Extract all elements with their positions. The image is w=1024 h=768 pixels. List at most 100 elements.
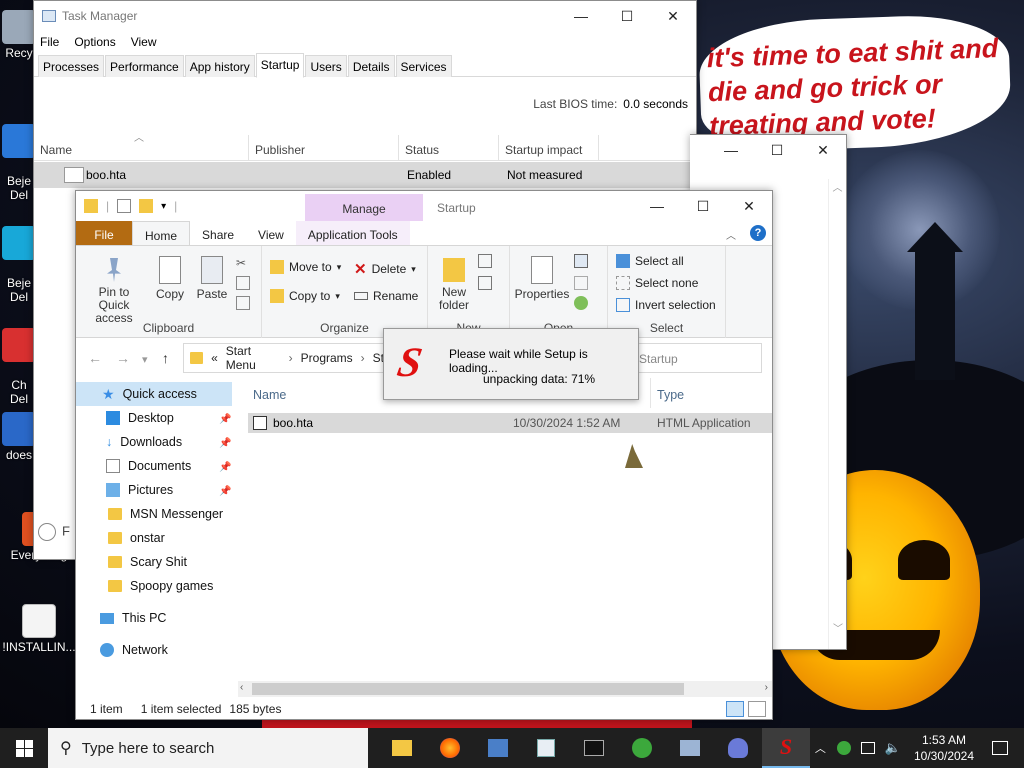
maximize-button[interactable]: ☐ — [680, 191, 726, 221]
move-to-button[interactable]: Move to ▾ — [270, 260, 341, 274]
maximize-button[interactable]: ☐ — [604, 1, 650, 31]
new-folder-icon[interactable] — [139, 199, 154, 213]
column-name[interactable]: Name — [34, 135, 249, 160]
taskbar-file-explorer[interactable] — [378, 728, 426, 768]
nav-onstar[interactable]: onstar — [108, 526, 165, 550]
up-arrow-icon[interactable]: ↑ — [162, 350, 169, 366]
nav-documents[interactable]: Documents — [106, 454, 191, 478]
menu-file[interactable]: File — [40, 35, 59, 49]
show-hidden-icons[interactable]: ︿ — [809, 740, 832, 756]
search-input[interactable]: Startup — [630, 343, 762, 373]
scrollbar[interactable]: ︿ ﹀ — [828, 179, 846, 649]
edit-icon[interactable] — [574, 276, 588, 290]
scroll-up-icon[interactable]: ︿ — [829, 179, 846, 194]
tab-app-history[interactable]: App history — [184, 55, 255, 77]
help-icon[interactable]: ? — [750, 225, 766, 241]
tab-share[interactable]: Share — [190, 221, 246, 245]
notifications-icon[interactable] — [992, 741, 1008, 755]
file-row[interactable]: boo.hta 10/30/2024 1:52 AM HTML Applicat… — [248, 413, 772, 433]
customize-arrow-icon[interactable]: ▾ — [161, 201, 166, 212]
minimize-button[interactable]: — — [708, 135, 754, 165]
tab-processes[interactable]: Processes — [38, 55, 105, 77]
table-row[interactable]: boo.hta Enabled Not measured — [34, 162, 696, 188]
maximize-button[interactable]: ☐ — [754, 135, 800, 165]
open-icon[interactable] — [574, 254, 588, 268]
new-item-icon[interactable] — [478, 254, 492, 268]
file-explorer-window[interactable]: | ▾ | Manage Startup — ☐ ✕ File Home Sha… — [75, 190, 773, 720]
new-folder-button[interactable]: New folder — [434, 258, 474, 312]
details-view-icon[interactable] — [726, 701, 744, 717]
large-icons-view-icon[interactable] — [748, 701, 766, 717]
minimize-button[interactable]: — — [558, 1, 604, 31]
close-button[interactable]: ✕ — [800, 135, 846, 165]
taskbar-msn-messenger[interactable] — [618, 728, 666, 768]
select-none-button[interactable]: Select none — [616, 276, 698, 290]
taskbar-firefox[interactable] — [426, 728, 474, 768]
cut-icon[interactable]: ✂ — [236, 256, 250, 270]
invert-selection-button[interactable]: Invert selection — [616, 298, 716, 312]
volume-icon[interactable]: 🔈 — [885, 740, 901, 756]
address-bar[interactable]: « Start Menu › Programs › St — [183, 343, 385, 373]
nav-downloads[interactable]: ↓ Downloads — [106, 430, 182, 454]
pin-icon[interactable]: 📌 — [219, 462, 231, 473]
network-tray-icon[interactable] — [860, 742, 875, 754]
scroll-right-icon[interactable]: › — [765, 682, 768, 693]
nav-msn-messenger[interactable]: MSN Messenger — [108, 502, 223, 526]
pin-icon[interactable]: 📌 — [219, 438, 231, 449]
breadcrumb-start-menu[interactable]: Start Menu — [226, 344, 281, 372]
tab-performance[interactable]: Performance — [105, 55, 184, 77]
menu-view[interactable]: View — [131, 35, 157, 49]
nav-network[interactable]: Network — [100, 638, 168, 662]
scroll-down-icon[interactable]: ﹀ — [829, 620, 847, 635]
tab-application-tools[interactable]: Application Tools — [295, 221, 410, 245]
column-type[interactable]: Type — [657, 388, 684, 402]
copy-button[interactable]: Copy — [152, 256, 188, 301]
taskbar-network-app[interactable] — [666, 728, 714, 768]
nav-spoopy-games[interactable]: Spoopy games — [108, 574, 213, 598]
taskbar-ghost-app[interactable] — [714, 728, 762, 768]
properties-button[interactable]: Properties — [514, 256, 570, 301]
fewer-details[interactable]: F — [38, 523, 70, 541]
messenger-tray-icon[interactable] — [836, 741, 851, 755]
task-manager-titlebar[interactable]: Task Manager — ☐ ✕ — [34, 1, 696, 31]
breadcrumb-separator-icon[interactable]: › — [289, 351, 293, 365]
taskbar-search-input[interactable]: ⚲ Type here to search — [48, 728, 368, 768]
delete-button[interactable]: ✕ Delete ▾ — [354, 260, 416, 278]
address-overflow[interactable]: « — [211, 351, 218, 365]
desktop-icon-installing[interactable]: !INSTALLIN... — [2, 604, 76, 654]
tab-view[interactable]: View — [246, 221, 296, 245]
horizontal-scrollbar[interactable]: ‹ › — [238, 681, 772, 697]
close-button[interactable]: ✕ — [726, 191, 772, 221]
column-startup-impact[interactable]: Startup impact — [499, 135, 599, 160]
background-window-titlebar[interactable]: — ☐ ✕ — [690, 135, 846, 165]
paste-button[interactable]: Paste — [194, 256, 230, 301]
start-button[interactable] — [0, 728, 48, 768]
tab-file[interactable]: File — [76, 221, 132, 245]
breadcrumb-programs[interactable]: Programs — [301, 351, 353, 365]
taskbar-notepad[interactable] — [522, 728, 570, 768]
history-icon[interactable] — [574, 296, 588, 310]
nav-scary-shit[interactable]: Scary Shit — [108, 550, 187, 574]
pin-icon[interactable]: 📌 — [219, 414, 231, 425]
select-all-button[interactable]: Select all — [616, 254, 684, 268]
menu-options[interactable]: Options — [74, 35, 115, 49]
tab-details[interactable]: Details — [347, 55, 395, 77]
tab-home[interactable]: Home — [132, 221, 191, 245]
copy-path-icon[interactable] — [236, 276, 250, 290]
minimize-button[interactable]: — — [634, 191, 680, 221]
taskbar-control-panel[interactable] — [474, 728, 522, 768]
nav-desktop[interactable]: Desktop — [106, 406, 174, 430]
nav-quick-access[interactable]: ★ Quick access — [76, 382, 232, 406]
column-name[interactable]: Name — [253, 388, 286, 402]
breadcrumb-separator-icon[interactable]: › — [361, 351, 365, 365]
setup-loading-dialog[interactable]: S Please wait while Setup is loading... … — [383, 328, 639, 400]
easy-access-icon[interactable] — [478, 276, 492, 290]
nav-this-pc[interactable]: This PC — [100, 606, 166, 630]
back-arrow-icon[interactable]: ← — [88, 350, 102, 366]
tab-services[interactable]: Services — [395, 55, 452, 77]
scrollbar-thumb[interactable] — [252, 683, 684, 695]
taskbar-command-prompt[interactable] — [570, 728, 618, 768]
recent-dropdown-icon[interactable]: ▾ — [142, 353, 148, 366]
pin-icon[interactable]: 📌 — [219, 486, 231, 497]
forward-arrow-icon[interactable]: → — [116, 350, 130, 366]
